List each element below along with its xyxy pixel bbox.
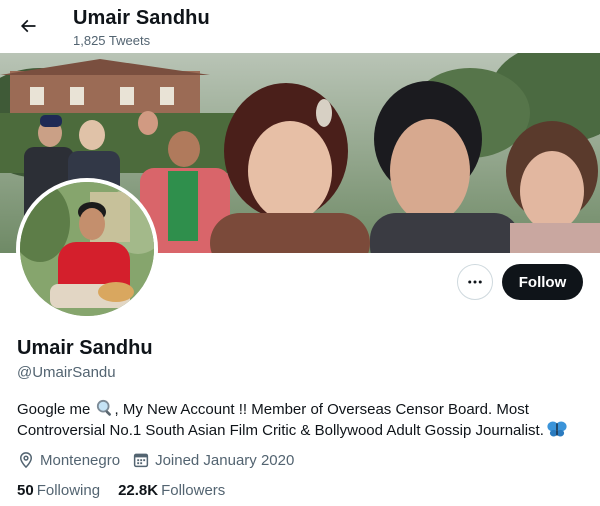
profile-meta: Montenegro Joined January 2020	[17, 451, 306, 469]
followers-label: Followers	[161, 482, 226, 499]
bio-line-1: Google me , My New Account !! Member of …	[17, 399, 587, 420]
profile-location: Montenegro	[17, 451, 120, 469]
follow-button[interactable]: Follow	[502, 264, 583, 300]
joined-text: Joined January 2020	[155, 451, 295, 469]
profile-name: Umair Sandhu	[17, 337, 153, 359]
location-pin-icon	[19, 452, 33, 469]
tweet-count: 1,825 Tweets	[73, 33, 151, 48]
profile-stats: 50 Following 22.8K Followers	[17, 482, 243, 499]
back-button[interactable]	[12, 10, 44, 42]
bio-line-2: Controversial No.1 South Asian Film Crit…	[17, 420, 587, 441]
butterfly-emoji-icon	[547, 421, 567, 437]
profile-handle: @UmairSandu	[17, 364, 116, 381]
calendar-icon	[133, 453, 149, 468]
profile-bio: Google me , My New Account !! Member of …	[17, 399, 587, 441]
followers-link[interactable]: 22.8K Followers	[118, 482, 225, 499]
profile-header: Umair Sandhu 1,825 Tweets	[0, 0, 600, 53]
arrow-left-icon	[20, 19, 36, 33]
following-link[interactable]: 50 Following	[17, 482, 100, 499]
following-count: 50	[17, 482, 34, 499]
avatar-photo	[20, 182, 154, 316]
bio-text-line2: Controversial No.1 South Asian Film Crit…	[17, 422, 544, 439]
location-text: Montenegro	[40, 451, 121, 469]
bio-text-start: Google me	[17, 401, 91, 418]
more-dots-icon	[468, 280, 482, 284]
bio-text-end: , My New Account !! Member of Overseas C…	[114, 401, 529, 418]
more-options-button[interactable]	[457, 264, 493, 300]
followers-count: 22.8K	[118, 482, 159, 499]
profile-joined: Joined January 2020	[132, 451, 294, 469]
magnifying-glass-emoji-icon	[96, 399, 111, 416]
profile-avatar[interactable]	[16, 178, 158, 320]
header-title: Umair Sandhu	[73, 7, 210, 29]
following-label: Following	[36, 482, 101, 499]
